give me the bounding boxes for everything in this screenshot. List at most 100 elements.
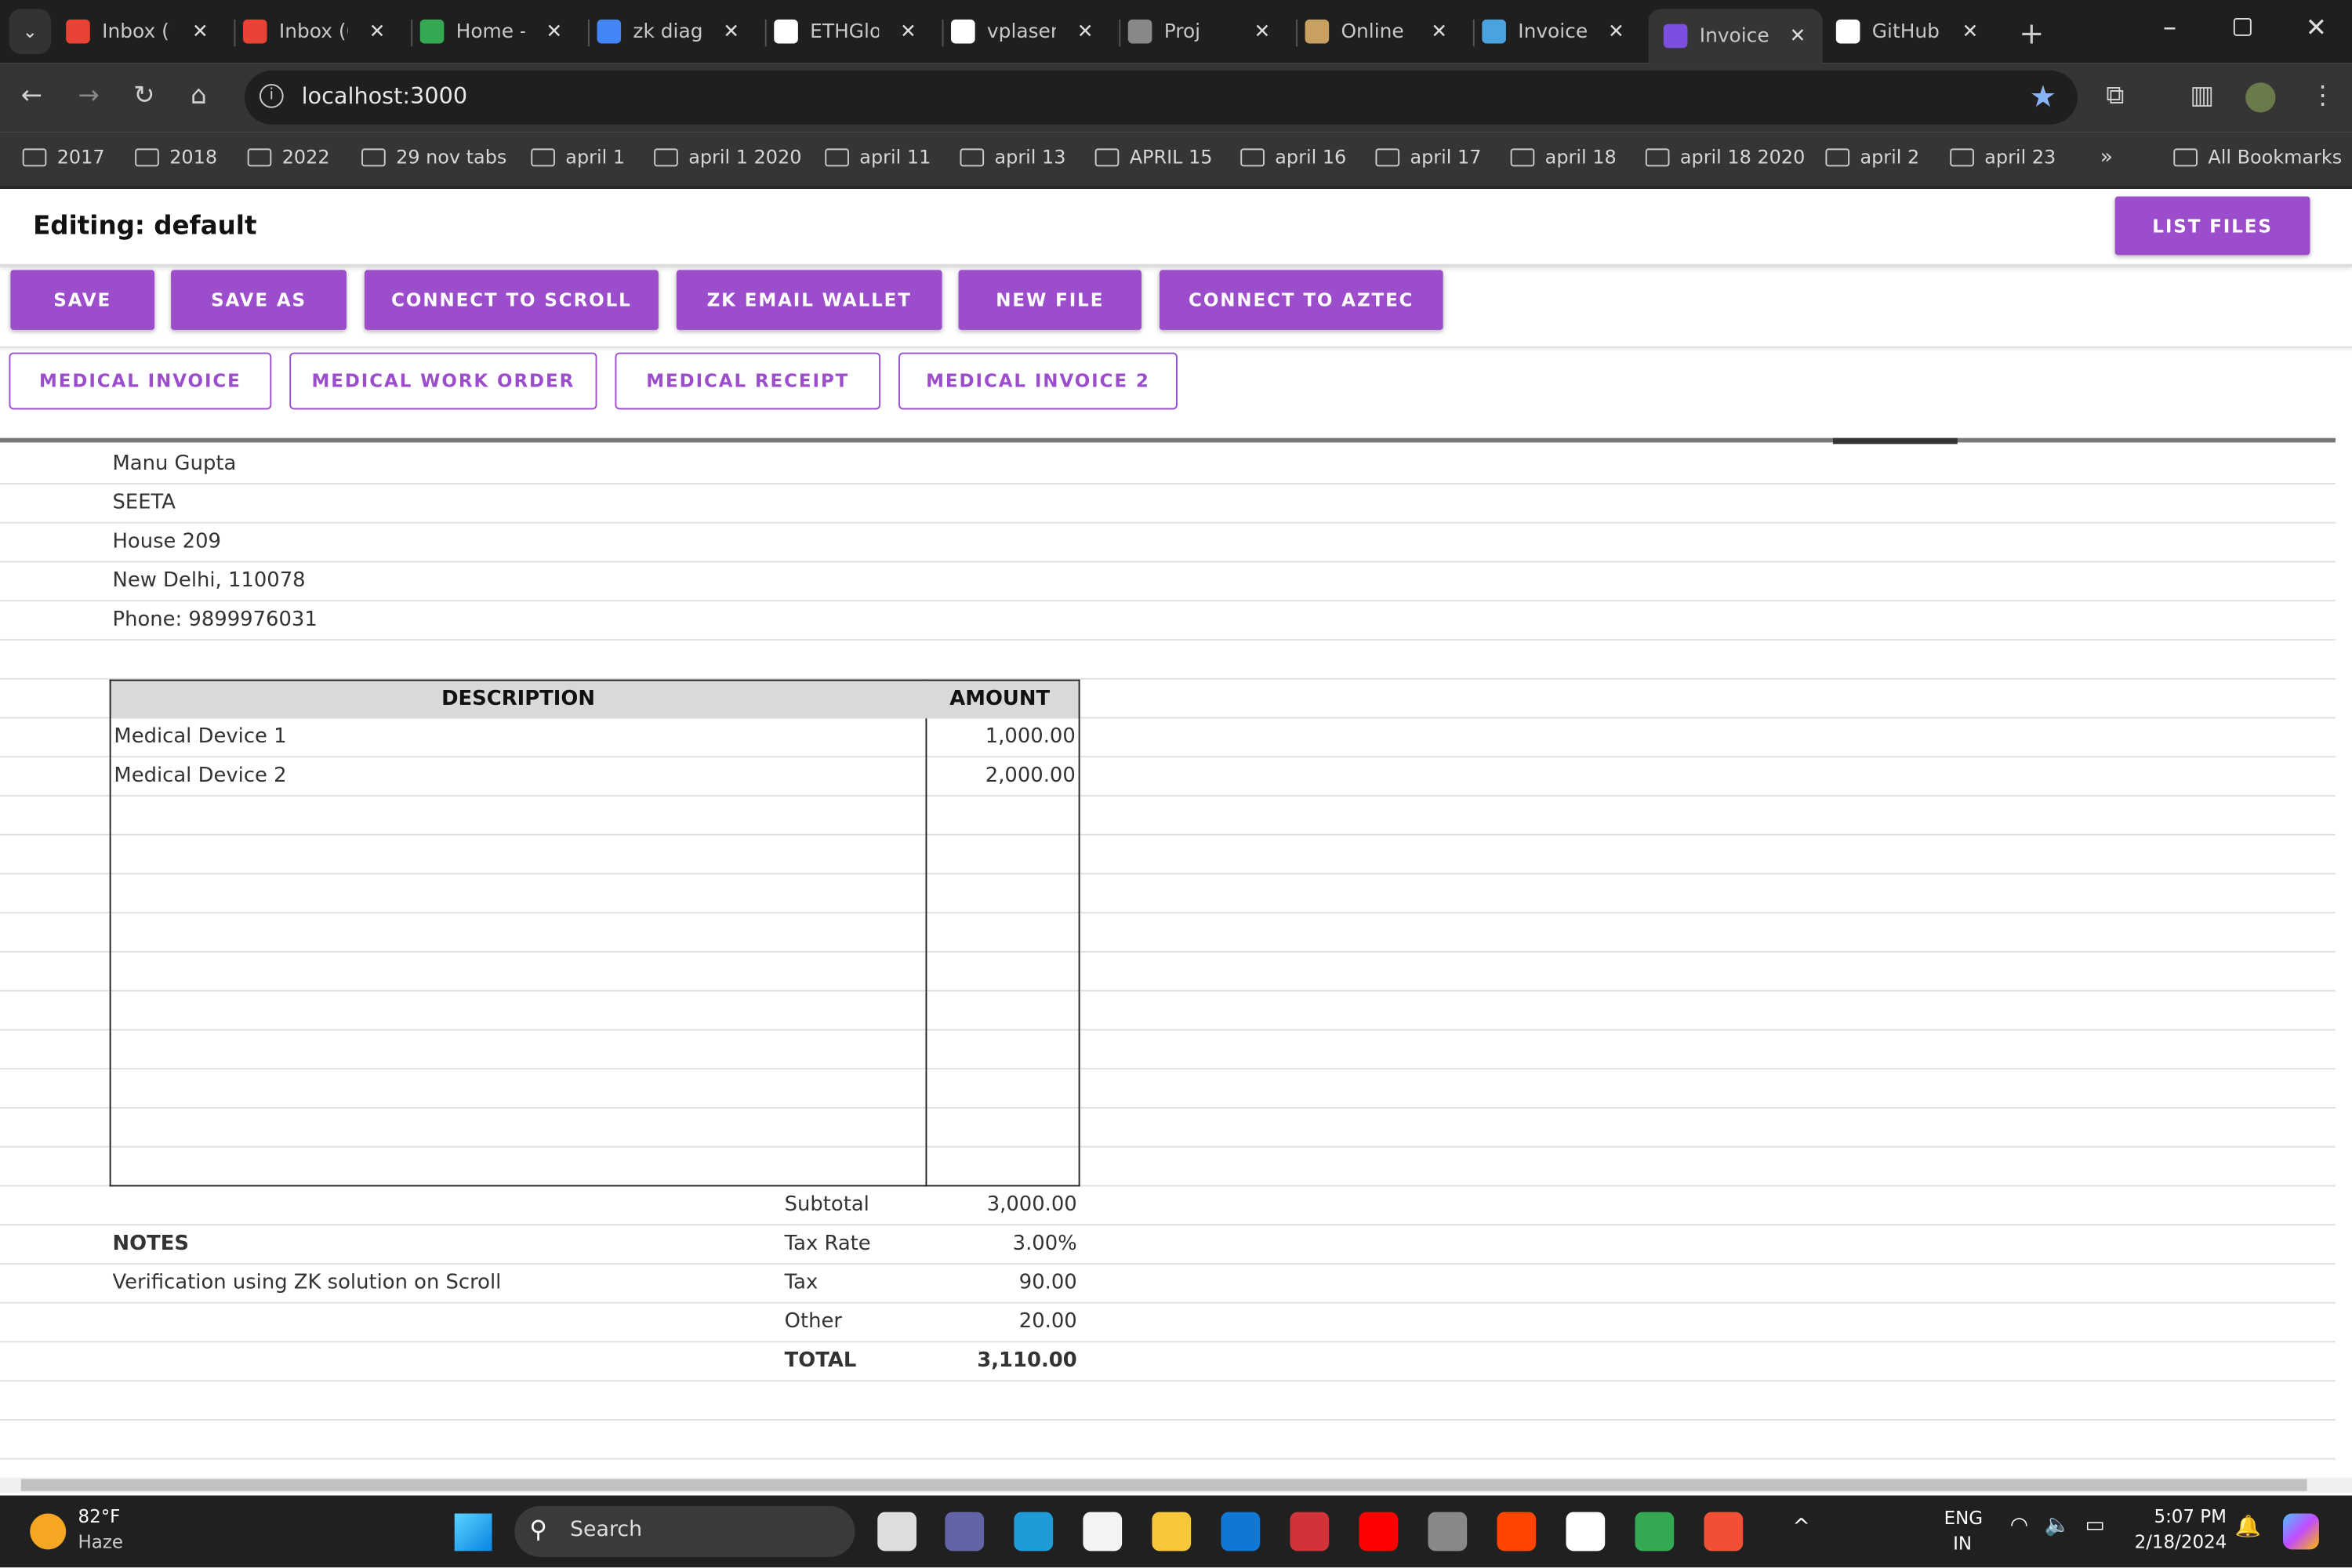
minimize-button[interactable]: – bbox=[2163, 12, 2176, 43]
tab-close-icon[interactable]: ✕ bbox=[192, 20, 209, 43]
bookmark-folder-7[interactable]: april 13 bbox=[960, 146, 1065, 168]
summary-value[interactable]: 20.00 bbox=[927, 1304, 1077, 1343]
close-window-button[interactable]: ✕ bbox=[2306, 13, 2327, 43]
save-as-button[interactable]: SAVE AS bbox=[171, 270, 347, 330]
region-indicator[interactable]: IN bbox=[1953, 1533, 1972, 1554]
template-medical-work-order-button[interactable]: MEDICAL WORK ORDER bbox=[289, 352, 597, 410]
description-cell[interactable] bbox=[109, 796, 927, 836]
address-line[interactable]: Manu Gupta bbox=[112, 445, 236, 485]
tab-3[interactable]: zk diagr ✕ bbox=[591, 9, 753, 53]
template-medical-invoice-2-button[interactable]: MEDICAL INVOICE 2 bbox=[898, 352, 1178, 410]
bookmark-folder-4[interactable]: april 1 bbox=[531, 146, 625, 168]
tab-5[interactable]: vplasenc ✕ bbox=[945, 9, 1107, 53]
address-line[interactable]: House 209 bbox=[112, 524, 220, 563]
site-info-icon[interactable]: i bbox=[259, 84, 284, 108]
clock-date[interactable]: 2/18/2024 bbox=[2135, 1531, 2227, 1552]
amount-cell[interactable] bbox=[924, 874, 1080, 914]
description-cell[interactable]: Medical Device 1 bbox=[109, 718, 927, 758]
zk-email-wallet-button[interactable]: ZK EMAIL WALLET bbox=[676, 270, 942, 330]
horizontal-scrollbar[interactable] bbox=[0, 1477, 2352, 1493]
teams-icon[interactable] bbox=[945, 1512, 985, 1552]
description-cell[interactable] bbox=[109, 952, 927, 992]
tab-close-icon[interactable]: ✕ bbox=[1254, 20, 1270, 43]
bookmark-folder-1[interactable]: 2018 bbox=[135, 146, 217, 168]
bookmark-folder-6[interactable]: april 11 bbox=[825, 146, 931, 168]
bookmark-folder-10[interactable]: april 17 bbox=[1375, 146, 1481, 168]
description-cell[interactable] bbox=[109, 835, 927, 875]
tab-search-button[interactable]: ⌄ bbox=[9, 9, 52, 54]
list-files-button[interactable]: LIST FILES bbox=[2114, 196, 2310, 256]
tab-close-icon[interactable]: ✕ bbox=[1608, 20, 1624, 43]
notification-bell-icon[interactable]: 🔔 bbox=[2235, 1515, 2261, 1539]
tab-close-icon[interactable]: ✕ bbox=[1431, 20, 1447, 43]
amount-cell[interactable] bbox=[924, 1108, 1080, 1148]
tab-close-icon[interactable]: ✕ bbox=[723, 20, 739, 43]
profile-avatar[interactable] bbox=[2245, 82, 2276, 113]
tab-8[interactable]: Invoice ✕ bbox=[1476, 9, 1639, 53]
youtube-icon[interactable] bbox=[1359, 1512, 1399, 1552]
description-cell[interactable] bbox=[109, 874, 927, 914]
bookmark-folder-12[interactable]: april 18 2020 bbox=[1645, 146, 1805, 168]
reddit-icon[interactable] bbox=[1497, 1512, 1537, 1552]
amount-cell[interactable] bbox=[924, 913, 1080, 953]
side-panel-icon[interactable]: ▥ bbox=[2190, 81, 2214, 111]
tab-close-icon[interactable]: ✕ bbox=[1077, 20, 1094, 43]
news-icon[interactable] bbox=[1290, 1512, 1330, 1552]
tab-close-icon[interactable]: ✕ bbox=[1790, 25, 1806, 48]
copilot-icon[interactable] bbox=[2282, 1513, 2319, 1550]
wifi-icon[interactable]: ◠ bbox=[2010, 1513, 2028, 1537]
forward-icon[interactable]: → bbox=[78, 81, 99, 111]
template-medical-invoice-button[interactable]: MEDICAL INVOICE bbox=[9, 352, 272, 410]
menu-icon[interactable]: ⋮ bbox=[2310, 81, 2336, 111]
reload-icon[interactable]: ↻ bbox=[133, 81, 154, 111]
amount-cell[interactable] bbox=[924, 991, 1080, 1031]
address-line[interactable]: SEETA bbox=[112, 485, 175, 524]
bookmark-folder-5[interactable]: april 1 2020 bbox=[654, 146, 801, 168]
bookmark-folder-8[interactable]: APRIL 15 bbox=[1094, 146, 1213, 168]
battery-icon[interactable]: ▭ bbox=[2085, 1513, 2104, 1537]
bookmark-star-icon[interactable]: ★ bbox=[2030, 78, 2056, 114]
amount-cell[interactable]: 2,000.00 bbox=[924, 757, 1080, 797]
notes-text[interactable]: Verification using ZK solution on Scroll bbox=[112, 1265, 501, 1304]
amount-cell[interactable] bbox=[924, 1030, 1080, 1070]
back-icon[interactable]: ← bbox=[21, 81, 42, 111]
volume-icon[interactable]: 🔈 bbox=[2045, 1513, 2071, 1537]
sheet-scroll-indicator[interactable] bbox=[1833, 437, 1958, 445]
description-cell[interactable] bbox=[109, 1030, 927, 1070]
save-button[interactable]: SAVE bbox=[10, 270, 155, 330]
new-file-button[interactable]: NEW FILE bbox=[958, 270, 1142, 330]
description-cell[interactable] bbox=[109, 1108, 927, 1148]
all-bookmarks[interactable]: All Bookmarks bbox=[2173, 146, 2342, 168]
bookmark-folder-11[interactable]: april 18 bbox=[1510, 146, 1617, 168]
extensions-icon[interactable]: ⧉ bbox=[2106, 81, 2124, 111]
tab-2[interactable]: Home - ✕ bbox=[414, 9, 576, 53]
address-line[interactable]: Phone: 9899976031 bbox=[112, 601, 317, 641]
clock-time[interactable]: 5:07 PM bbox=[2154, 1506, 2227, 1527]
tray-overflow-icon[interactable]: ^ bbox=[1792, 1515, 1809, 1539]
tab-7[interactable]: Online C ✕ bbox=[1299, 9, 1461, 53]
tab-close-icon[interactable]: ✕ bbox=[900, 20, 916, 43]
tab-10[interactable]: GitHub ✕ bbox=[1830, 9, 1992, 53]
language-indicator[interactable]: ENG bbox=[1944, 1508, 1983, 1529]
tab-6[interactable]: Proj ✕ bbox=[1122, 9, 1284, 53]
apple-icon[interactable] bbox=[1428, 1512, 1468, 1552]
store-icon[interactable] bbox=[1083, 1512, 1123, 1552]
windows-start-icon[interactable] bbox=[454, 1513, 492, 1552]
amount-cell[interactable] bbox=[924, 796, 1080, 836]
amount-cell[interactable] bbox=[924, 835, 1080, 875]
address-line[interactable]: New Delhi, 110078 bbox=[112, 562, 305, 601]
restore-button[interactable] bbox=[2233, 17, 2252, 36]
bookmark-folder-3[interactable]: 29 nov tabs bbox=[361, 146, 506, 168]
summary-value[interactable]: 3,110.00 bbox=[927, 1342, 1076, 1381]
bookmark-folder-13[interactable]: april 2 bbox=[1825, 146, 1919, 168]
more-bookmarks-icon[interactable]: » bbox=[2100, 146, 2113, 170]
tab-close-icon[interactable]: ✕ bbox=[1962, 20, 1979, 43]
file-explorer-icon[interactable] bbox=[1152, 1512, 1192, 1552]
connect-to-aztec-button[interactable]: CONNECT TO AZTEC bbox=[1159, 270, 1443, 330]
tab-9[interactable]: Invoice ✕ bbox=[1648, 9, 1823, 64]
description-cell[interactable] bbox=[109, 991, 927, 1031]
description-cell[interactable] bbox=[109, 1147, 927, 1187]
bookmark-folder-14[interactable]: april 23 bbox=[1950, 146, 2056, 168]
description-cell[interactable]: Medical Device 2 bbox=[109, 757, 927, 797]
address-bar[interactable]: i localhost:3000 ★ bbox=[244, 70, 2078, 125]
